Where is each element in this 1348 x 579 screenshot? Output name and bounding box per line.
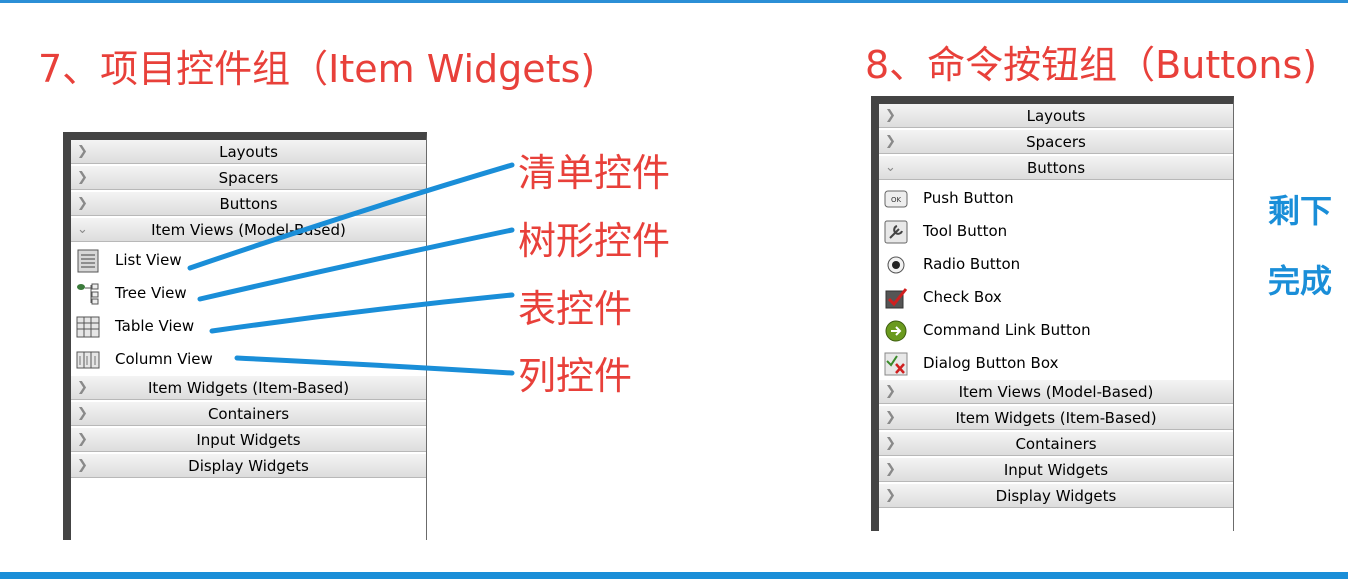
chevron-right-icon: ❯ <box>77 406 88 421</box>
chevron-right-icon: ❯ <box>885 134 896 149</box>
widget-item-column-view[interactable]: Column View <box>71 343 426 376</box>
chevron-right-icon: ❯ <box>77 144 88 159</box>
widget-item-check-box[interactable]: Check Box <box>879 281 1233 314</box>
category-item-views[interactable]: ❯ Item Views (Model-Based) <box>879 380 1233 406</box>
widget-item-tool-button[interactable]: Tool Button <box>879 215 1233 248</box>
chevron-right-icon: ❯ <box>77 170 88 185</box>
widget-item-push-button[interactable]: OK Push Button <box>879 182 1233 215</box>
radio-button-icon <box>887 256 905 274</box>
widget-box-left: ❯ Layouts ❯ Spacers ❯ Buttons ⌄ Item Views (… <box>63 132 427 540</box>
push-button-icon: OK <box>884 190 908 208</box>
chevron-down-icon: ⌄ <box>77 222 88 237</box>
widget-item-command-link-button[interactable]: Command Link Button <box>879 314 1233 347</box>
side-note-done: 完成 <box>1268 262 1333 300</box>
category-item-widgets[interactable]: ❯ Item Widgets (Item-Based) <box>879 406 1233 432</box>
chevron-right-icon: ❯ <box>77 380 88 395</box>
category-input-widgets[interactable]: ❯ Input Widgets <box>879 458 1233 484</box>
annotation-tree-control: 树形控件 <box>518 219 671 263</box>
chevron-right-icon: ❯ <box>77 432 88 447</box>
section-heading-buttons: 8、命令按钮组（Buttons) <box>865 43 1318 87</box>
chevron-right-icon: ❯ <box>885 384 896 399</box>
category-buttons[interactable]: ⌄ Buttons <box>879 156 1233 182</box>
category-item-widgets[interactable]: ❯ Item Widgets (Item-Based) <box>71 376 426 402</box>
category-layouts[interactable]: ❯ Layouts <box>879 104 1233 130</box>
column-view-icon <box>76 351 100 369</box>
chevron-right-icon: ❯ <box>77 196 88 211</box>
tree-view-icon <box>77 283 99 305</box>
chevron-right-icon: ❯ <box>885 488 896 503</box>
command-link-icon <box>885 320 907 342</box>
category-display-widgets[interactable]: ❯ Display Widgets <box>879 484 1233 510</box>
tool-button-icon <box>884 220 908 244</box>
category-containers[interactable]: ❯ Containers <box>71 402 426 428</box>
category-display-widgets[interactable]: ❯ Display Widgets <box>71 454 426 480</box>
check-box-icon <box>885 288 908 309</box>
widget-box-right: ❯ Layouts ❯ Spacers ⌄ Buttons OK Push Butto… <box>871 96 1234 531</box>
category-containers[interactable]: ❯ Containers <box>879 432 1233 458</box>
category-input-widgets[interactable]: ❯ Input Widgets <box>71 428 426 454</box>
widget-item-tree-view[interactable]: Tree View <box>71 277 426 310</box>
chevron-right-icon: ❯ <box>885 436 896 451</box>
side-note-remaining: 剩下 <box>1268 192 1333 230</box>
widget-item-table-view[interactable]: Table View <box>71 310 426 343</box>
section-heading-item-widgets: 7、项目控件组（Item Widgets) <box>38 47 596 91</box>
category-spacers[interactable]: ❯ Spacers <box>71 166 426 192</box>
widget-item-radio-button[interactable]: Radio Button <box>879 248 1233 281</box>
chevron-right-icon: ❯ <box>885 410 896 425</box>
chevron-right-icon: ❯ <box>885 462 896 477</box>
bottom-accent-bar <box>0 572 1348 579</box>
category-spacers[interactable]: ❯ Spacers <box>879 130 1233 156</box>
category-layouts[interactable]: ❯ Layouts <box>71 140 426 166</box>
dialog-button-box-icon <box>884 352 908 376</box>
table-view-icon <box>76 316 100 338</box>
annotation-column-control: 列控件 <box>518 354 633 398</box>
widget-item-dialog-button-box[interactable]: Dialog Button Box <box>879 347 1233 380</box>
top-accent-bar <box>0 0 1348 3</box>
svg-text:OK: OK <box>891 196 902 204</box>
annotation-list-control: 清单控件 <box>518 151 671 195</box>
widget-item-list-view[interactable]: List View <box>71 244 426 277</box>
list-view-icon <box>77 249 99 273</box>
annotation-table-control: 表控件 <box>518 287 633 331</box>
chevron-right-icon: ❯ <box>77 458 88 473</box>
category-buttons[interactable]: ❯ Buttons <box>71 192 426 218</box>
category-item-views[interactable]: ⌄ Item Views (Model-Based) <box>71 218 426 244</box>
chevron-down-icon: ⌄ <box>885 160 896 175</box>
chevron-right-icon: ❯ <box>885 108 896 123</box>
